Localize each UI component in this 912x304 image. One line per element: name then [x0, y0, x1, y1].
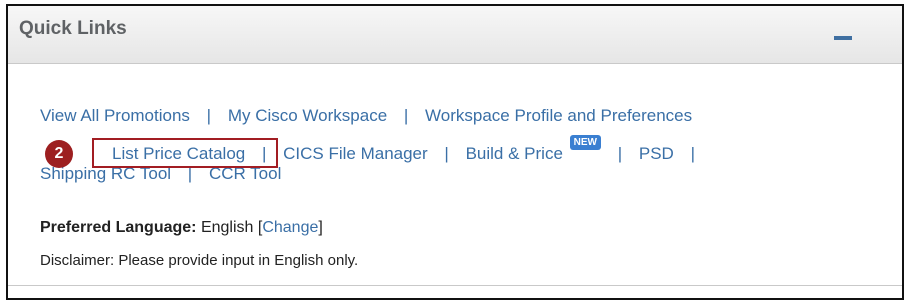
separator: |: [444, 144, 449, 163]
preferred-language-label: Preferred Language:: [40, 219, 197, 236]
panel-header: Quick Links: [8, 6, 902, 64]
divider: [8, 285, 902, 286]
step-badge: 2: [45, 140, 73, 168]
disclaimer-text: Disclaimer: Please provide input in Engl…: [40, 252, 359, 269]
links-row-1: View All Promotions | My Cisco Workspace…: [40, 106, 692, 126]
link-psd[interactable]: PSD: [639, 144, 674, 163]
link-workspace-profile[interactable]: Workspace Profile and Preferences: [425, 106, 692, 125]
preferred-language-value: English: [200, 219, 254, 236]
panel-title: Quick Links: [19, 18, 127, 39]
separator: |: [690, 144, 695, 163]
new-badge: NEW: [569, 135, 601, 150]
separator: |: [206, 106, 212, 125]
link-my-cisco-workspace[interactable]: My Cisco Workspace: [228, 106, 387, 125]
preferred-language-line: Preferred Language: English [Change]: [40, 219, 323, 237]
change-language-link[interactable]: Change: [262, 219, 318, 236]
link-build-and-price[interactable]: Build & Price: [466, 144, 563, 163]
minus-icon: [834, 36, 852, 40]
separator: |: [403, 106, 409, 125]
separator: |: [617, 144, 623, 163]
link-view-all-promotions[interactable]: View All Promotions: [40, 106, 190, 125]
highlight-box: [92, 138, 278, 168]
bracket-close: ]: [318, 219, 323, 236]
collapse-button[interactable]: [828, 30, 858, 44]
link-cics-file-manager[interactable]: CICS File Manager: [283, 144, 428, 163]
